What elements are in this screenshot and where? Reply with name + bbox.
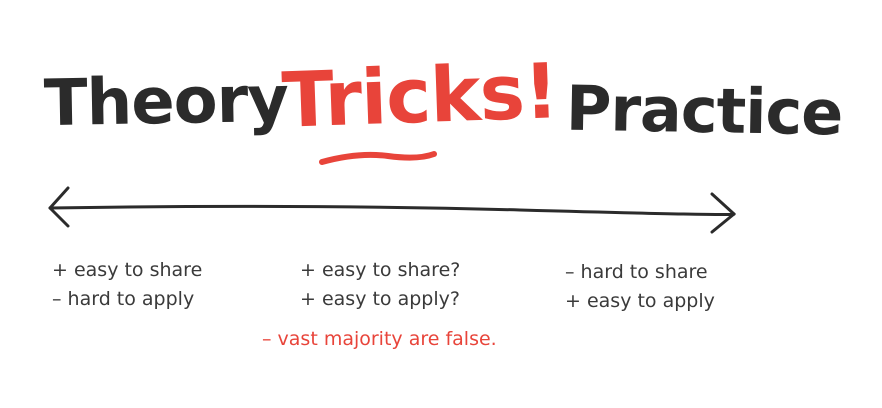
theory-practice-spectrum-diagram: Theory Tricks! Practice + easy to share … bbox=[0, 0, 882, 408]
practice-note-share: – hard to share bbox=[565, 261, 708, 283]
practice-note-apply: + easy to apply bbox=[565, 290, 715, 312]
axis-line bbox=[48, 204, 736, 216]
tricks-note-share: + easy to share? bbox=[300, 259, 461, 281]
theory-note-share: + easy to share bbox=[52, 259, 203, 281]
theory-notes: + easy to share – hard to apply bbox=[52, 256, 202, 314]
tricks-notes: + easy to share? + easy to apply? bbox=[300, 256, 460, 314]
practice-notes: – hard to share + easy to apply bbox=[565, 258, 715, 316]
tricks-note-apply: + easy to apply? bbox=[300, 288, 460, 310]
theory-note-apply: – hard to apply bbox=[52, 288, 195, 310]
tricks-warning: – vast majority are false. bbox=[262, 328, 497, 350]
